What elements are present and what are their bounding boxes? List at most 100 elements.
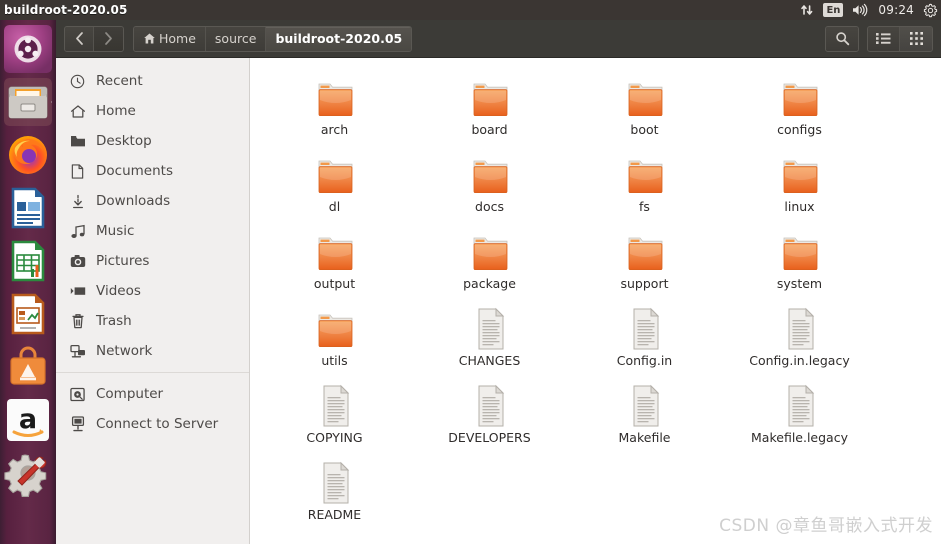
icon-grid: arch board boot configs dl docs fs linux… — [251, 58, 941, 532]
file-item[interactable]: output — [257, 224, 412, 301]
clock-indicator[interactable]: 09:24 — [878, 0, 914, 20]
launcher-item-ubuntu-dash[interactable] — [4, 25, 52, 73]
video-icon — [69, 285, 86, 297]
launcher-item-ubuntu-software[interactable] — [4, 343, 52, 391]
sidebar-item-home[interactable]: Home — [56, 96, 249, 126]
file-name: Config.in — [616, 353, 673, 368]
file-item[interactable]: README — [257, 455, 412, 532]
launcher-item-amazon[interactable]: a — [4, 396, 52, 444]
launcher-item-libreoffice-impress[interactable] — [4, 290, 52, 338]
view-toggle-group — [867, 25, 933, 52]
file-item[interactable]: board — [412, 70, 567, 147]
folder-icon — [468, 70, 512, 120]
file-name: linux — [784, 199, 815, 214]
file-name: README — [307, 507, 362, 522]
file-item[interactable]: DEVELOPERS — [412, 378, 567, 455]
launcher-item-system-settings[interactable] — [4, 449, 52, 497]
folder-icon — [778, 70, 822, 120]
breadcrumb-item-label: source — [214, 31, 257, 46]
folder-icon — [313, 224, 357, 274]
sidebar-item-label: Pictures — [96, 253, 150, 269]
sidebar-item-connect-to-server[interactable]: Connect to Server — [56, 409, 249, 439]
file-name: docs — [475, 199, 504, 214]
sidebar-item-label: Desktop — [96, 133, 152, 149]
clock-icon — [69, 74, 86, 89]
folder-icon — [313, 70, 357, 120]
indicator-area: En 09:24 — [800, 0, 941, 20]
file-item[interactable]: Config.in.legacy — [722, 301, 877, 378]
file-item[interactable]: Makefile — [567, 378, 722, 455]
folder-icon — [778, 147, 822, 197]
breadcrumb-item-source[interactable]: source — [205, 26, 267, 51]
sidebar-item-videos[interactable]: Videos — [56, 276, 249, 306]
nav-button-group — [64, 25, 124, 52]
file-item[interactable]: support — [567, 224, 722, 301]
launcher-item-libreoffice-writer[interactable] — [4, 184, 52, 232]
session-gear-icon[interactable] — [923, 0, 938, 20]
file-item[interactable]: Makefile.legacy — [722, 378, 877, 455]
chevron-right-icon — [105, 32, 112, 45]
breadcrumb-item-label: buildroot-2020.05 — [275, 31, 403, 46]
file-item[interactable]: COPYING — [257, 378, 412, 455]
sidebar-item-desktop[interactable]: Desktop — [56, 126, 249, 156]
file-manager-window: Home source buildroot-2020.05 Recent Hom… — [56, 20, 941, 544]
grid-view-button[interactable] — [900, 26, 932, 51]
list-view-button[interactable] — [868, 26, 900, 51]
breadcrumb-item-buildroot[interactable]: buildroot-2020.05 — [266, 26, 412, 51]
grid-view-icon — [909, 32, 923, 45]
sidebar-item-trash[interactable]: Trash — [56, 306, 249, 336]
chevron-left-icon — [75, 32, 83, 45]
file-item[interactable]: utils — [257, 301, 412, 378]
file-item[interactable]: CHANGES — [412, 301, 567, 378]
back-button[interactable] — [65, 26, 94, 51]
breadcrumb-item-label: Home — [159, 31, 196, 46]
file-item[interactable]: dl — [257, 147, 412, 224]
window-title: buildroot-2020.05 — [4, 3, 128, 17]
home-icon — [144, 33, 155, 44]
file-item[interactable]: package — [412, 224, 567, 301]
search-button[interactable] — [826, 26, 858, 51]
file-item[interactable]: configs — [722, 70, 877, 147]
window-header-bar: Home source buildroot-2020.05 — [56, 20, 941, 58]
document-icon — [69, 163, 86, 179]
breadcrumb-item-home[interactable]: Home — [134, 26, 206, 51]
breadcrumb: Home source buildroot-2020.05 — [133, 25, 413, 52]
network-indicator[interactable] — [800, 0, 814, 20]
sidebar-item-music[interactable]: Music — [56, 216, 249, 246]
file-name: Makefile.legacy — [751, 430, 848, 445]
file-item[interactable]: fs — [567, 147, 722, 224]
file-item[interactable]: linux — [722, 147, 877, 224]
folder-icon — [623, 224, 667, 274]
launcher-item-firefox[interactable] — [4, 131, 52, 179]
file-name: board — [471, 122, 508, 137]
sidebar-item-documents[interactable]: Documents — [56, 156, 249, 186]
file-item[interactable]: system — [722, 224, 877, 301]
sidebar-item-label: Videos — [96, 283, 141, 299]
keyboard-indicator[interactable]: En — [823, 3, 844, 17]
music-note-icon — [69, 224, 86, 239]
folder-icon — [778, 224, 822, 274]
file-name: configs — [777, 122, 822, 137]
sidebar-item-downloads[interactable]: Downloads — [56, 186, 249, 216]
sidebar-item-network[interactable]: Network — [56, 336, 249, 366]
file-item[interactable]: boot — [567, 70, 722, 147]
sidebar-item-pictures[interactable]: Pictures — [56, 246, 249, 276]
forward-button[interactable] — [94, 26, 123, 51]
sidebar-item-recent[interactable]: Recent — [56, 66, 249, 96]
file-list-view[interactable]: arch board boot configs dl docs fs linux… — [251, 58, 941, 544]
launcher-item-files[interactable] — [4, 78, 52, 126]
file-item[interactable]: arch — [257, 70, 412, 147]
launcher-item-libreoffice-calc[interactable] — [4, 237, 52, 285]
folder-icon — [313, 301, 357, 351]
sidebar-item-computer[interactable]: Computer — [56, 379, 249, 409]
file-name: system — [776, 276, 823, 291]
file-item[interactable]: docs — [412, 147, 567, 224]
file-name: Makefile — [618, 430, 671, 445]
volume-indicator[interactable] — [852, 0, 869, 20]
sidebar-item-label: Home — [96, 103, 136, 119]
search-button-group — [825, 25, 859, 52]
file-name: utils — [321, 353, 348, 368]
file-item[interactable]: Config.in — [567, 301, 722, 378]
home-icon — [69, 104, 86, 119]
file-name: COPYING — [306, 430, 363, 445]
